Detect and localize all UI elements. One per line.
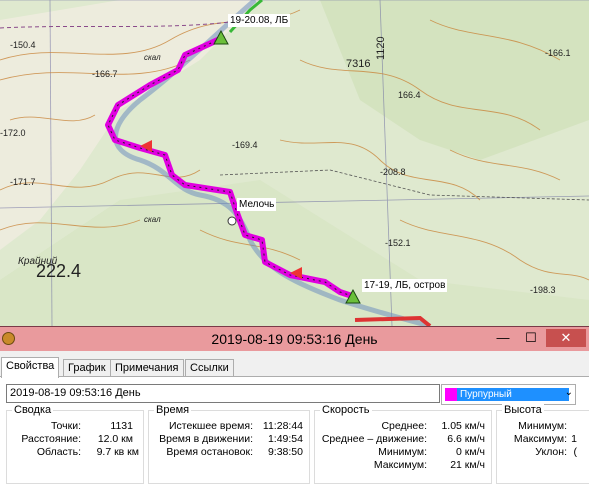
speed-row: Минимум: 0 км/ч	[315, 446, 491, 459]
tab-notes[interactable]: Примечания	[110, 359, 184, 377]
color-dropdown[interactable]: Пурпурный ⌄	[441, 384, 576, 405]
chevron-down-icon: ⌄	[564, 387, 573, 398]
elevation-label: -171.7	[10, 177, 36, 187]
summary-label: Область:	[36, 446, 81, 458]
speed-value: 21 км/ч	[450, 459, 485, 471]
time-row: Время остановок: 9:38:50	[149, 446, 309, 459]
altitude-row: Минимум:	[497, 420, 589, 433]
elevation-label: -150.4	[10, 40, 36, 50]
waypoint-label[interactable]: 19-20.08, ЛБ	[228, 14, 291, 27]
elevation-label: -166.7	[92, 69, 118, 79]
close-button[interactable]: ✕	[546, 329, 586, 347]
elevation-label: -152.1	[385, 238, 411, 248]
time-row: Истекшее время: 11:28:44	[149, 420, 309, 433]
time-value: 11:28:44	[262, 420, 303, 432]
waypoint-label[interactable]: Мелочь	[237, 198, 277, 211]
altitude-row: Уклон: (	[497, 446, 589, 459]
altitude-label: Уклон:	[535, 446, 567, 458]
title-bar[interactable]: 2019-08-19 09:53:16 День — ☐ ✕	[0, 327, 589, 351]
time-label: Время в движении:	[159, 433, 253, 445]
terrain-label: скал	[144, 215, 161, 224]
time-row: Время в движении: 1:49:54	[149, 433, 309, 446]
track-name-input[interactable]: 2019-08-19 09:53:16 День	[6, 384, 440, 403]
altitude-value: 1	[571, 433, 577, 445]
elevation-label: -169.4	[232, 140, 258, 150]
terrain-label: скал	[144, 53, 161, 62]
time-label: Время остановок:	[166, 446, 253, 458]
summary-title: Сводка	[12, 404, 54, 416]
summary-label: Расстояние:	[21, 433, 81, 445]
waypoint-label[interactable]: 17-19, ЛБ, остров	[362, 279, 448, 292]
speed-label: Максимум:	[373, 459, 427, 471]
village-label: Крайний	[18, 256, 58, 267]
summary-value: 12.0 км	[97, 433, 133, 445]
track-properties-window: 2019-08-19 09:53:16 День — ☐ ✕ Свойства …	[0, 326, 589, 484]
minimize-button[interactable]: —	[490, 329, 516, 347]
altitude-label: Минимум:	[518, 420, 567, 432]
speed-row: Среднее – движение: 6.6 км/ч	[315, 433, 491, 446]
time-group: Время Истекшее время: 11:28:44 Время в д…	[148, 404, 310, 484]
altitude-title: Высота	[502, 404, 544, 416]
altitude-group: Высота Минимум: Максимум: 1 Уклон: (	[496, 404, 589, 484]
time-value: 9:38:50	[267, 446, 303, 458]
summary-label: Точки:	[50, 420, 81, 432]
speed-value: 0 км/ч	[456, 446, 485, 458]
summary-row: Область: 9.7 кв км	[7, 446, 143, 459]
speed-group: Скорость Среднее: 1.05 км/ч Среднее – дв…	[314, 404, 492, 484]
map-sheet-label: 7316	[346, 58, 370, 70]
time-label: Истекшее время:	[168, 420, 253, 432]
tab-graph[interactable]: График	[63, 359, 111, 377]
elevation-label: -166.1	[545, 48, 571, 58]
maximize-button[interactable]: ☐	[518, 329, 544, 347]
waypoint-pin-icon[interactable]	[227, 216, 237, 226]
elevation-label: -172.0	[0, 128, 26, 138]
speed-title: Скорость	[320, 404, 372, 416]
elevation-label: -208.8	[380, 167, 406, 177]
time-title: Время	[154, 404, 192, 416]
speed-label: Среднее – движение:	[321, 433, 427, 445]
speed-row: Максимум: 21 км/ч	[315, 459, 491, 472]
time-value: 1:49:54	[267, 433, 303, 445]
altitude-label: Максимум:	[513, 433, 567, 445]
summary-row: Расстояние: 12.0 км	[7, 433, 143, 446]
color-swatch	[445, 388, 457, 401]
speed-row: Среднее: 1.05 км/ч	[315, 420, 491, 433]
color-label: Пурпурный	[460, 389, 512, 400]
tab-links[interactable]: Ссылки	[185, 359, 234, 377]
altitude-value: (	[573, 446, 578, 458]
summary-value: 1131	[110, 420, 133, 432]
speed-label: Среднее:	[381, 420, 427, 432]
tab-properties[interactable]: Свойства	[1, 357, 60, 378]
elevation-label: -198.3	[530, 285, 556, 295]
summary-row: Точки: 1131	[7, 420, 143, 433]
altitude-row: Максимум: 1	[497, 433, 589, 446]
properties-panel: 2019-08-19 09:53:16 День Пурпурный ⌄ Сво…	[0, 376, 589, 484]
speed-label: Минимум:	[378, 446, 427, 458]
summary-group: Сводка Точки: 1131 Расстояние: 12.0 км О…	[6, 404, 144, 484]
topographic-map: -150.4 -166.7 -166.1 166.4 -172.0 -171.7…	[0, 0, 589, 326]
grid-label: 1120	[375, 36, 387, 60]
speed-value: 6.6 км/ч	[447, 433, 485, 445]
elevation-label: 166.4	[398, 90, 421, 100]
map-view[interactable]: -150.4 -166.7 -166.1 166.4 -172.0 -171.7…	[0, 0, 589, 326]
summary-value: 9.7 кв км	[96, 446, 139, 458]
speed-value: 1.05 км/ч	[441, 420, 485, 432]
